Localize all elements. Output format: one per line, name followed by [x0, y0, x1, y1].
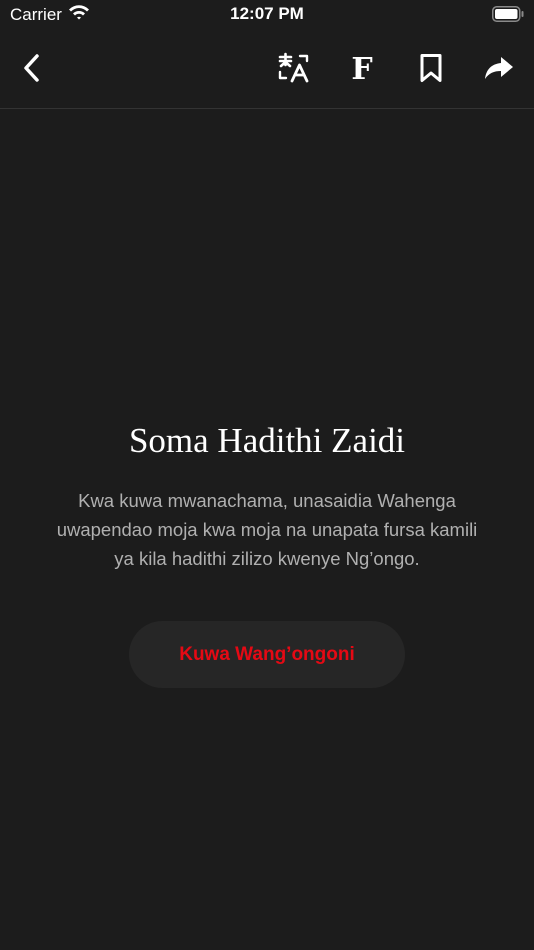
chevron-left-icon — [20, 53, 44, 88]
share-button[interactable] — [479, 50, 519, 90]
font-settings-button[interactable]: F — [342, 50, 382, 90]
become-member-button[interactable]: Kuwa Wang’ongoni — [129, 621, 405, 688]
back-button[interactable] — [12, 50, 52, 90]
status-time: 12:07 PM — [230, 4, 304, 23]
status-bar: Carrier 12:07 PM — [0, 0, 534, 32]
paywall-content: Soma Hadithi Zaidi Kwa kuwa mwanachama, … — [0, 420, 534, 573]
translate-icon — [277, 52, 311, 89]
bookmark-button[interactable] — [411, 50, 451, 90]
membership-description: Kwa kuwa mwanachama, unasaidia Wahenga u… — [56, 490, 478, 569]
page-title: Soma Hadithi Zaidi — [128, 421, 406, 460]
share-icon — [483, 54, 515, 87]
screen: Carrier 12:07 PM F Soma Hadithi Zaidi Kw… — [0, 0, 534, 950]
bookmark-icon — [419, 53, 443, 88]
font-icon: F — [351, 52, 373, 87]
battery-icon — [492, 6, 524, 22]
translate-button[interactable] — [274, 50, 314, 90]
become-member-label: Kuwa Wang’ongoni — [179, 643, 355, 665]
nav-bar: F — [0, 36, 534, 109]
